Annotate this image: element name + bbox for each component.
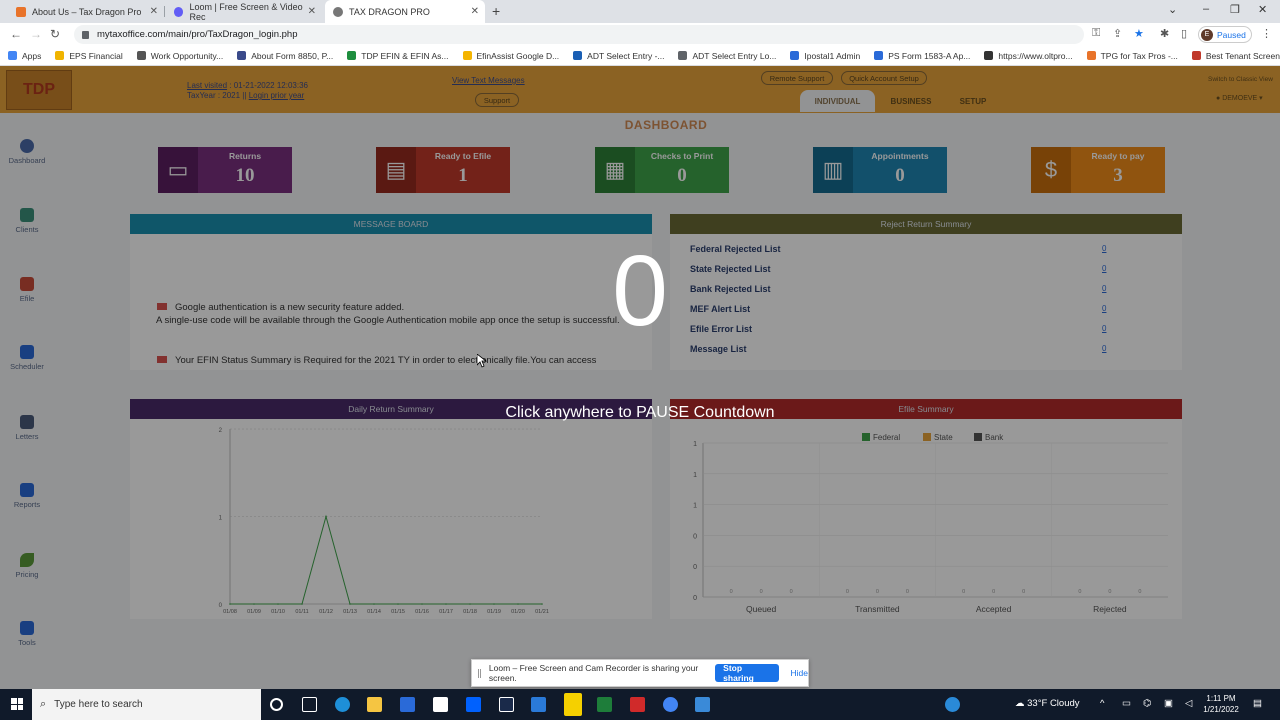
profile-status: Paused [1217, 29, 1246, 40]
dropbox-icon[interactable] [466, 697, 481, 712]
cortana-icon[interactable] [270, 698, 283, 711]
bookmark-item[interactable]: ADT Select Entry Lo... [678, 51, 776, 61]
windows-start-icon[interactable] [11, 698, 23, 710]
store-icon[interactable] [400, 697, 415, 712]
close-icon[interactable]: ✕ [471, 6, 479, 17]
countdown-number: 0 [612, 235, 668, 347]
tab-title: About Us – Tax Dragon Pro [32, 6, 142, 17]
forward-arrow-icon[interactable]: → [30, 27, 42, 41]
close-icon[interactable]: ✕ [150, 6, 158, 17]
bookmark-favicon-icon [1086, 51, 1096, 60]
help-icon[interactable] [945, 697, 960, 712]
bookmark-item[interactable]: EPS Financial [55, 51, 123, 61]
mail-icon[interactable] [531, 697, 546, 712]
window-close-icon[interactable]: ✕ [1258, 3, 1267, 16]
bookmark-item[interactable]: ADT Select Entry -... [573, 51, 664, 61]
bookmark-favicon-icon [347, 51, 357, 60]
minimize-icon[interactable]: – [1203, 3, 1209, 15]
bookmark-favicon-icon [55, 51, 65, 60]
loom-countdown-overlay[interactable]: 0 Click anywhere to PAUSE Countdown [0, 66, 1280, 689]
restore-icon[interactable]: ❐ [1230, 3, 1240, 16]
hide-button[interactable]: Hide [791, 668, 808, 678]
tab-tax-dragon-pro[interactable]: TAX DRAGON PRO ✕ [325, 0, 485, 23]
globe-favicon-icon [333, 6, 343, 17]
edge-browser-icon[interactable] [335, 697, 350, 712]
volume-icon[interactable]: ◁ [1185, 698, 1192, 709]
notifications-icon[interactable]: ▤ [1253, 698, 1262, 709]
key-icon[interactable]: ⚿ [1092, 27, 1100, 40]
apps-grid-icon [8, 51, 17, 60]
bookmark-item[interactable]: EfinAssist Google D... [462, 51, 559, 61]
bookmark-favicon-icon [678, 51, 688, 60]
back-arrow-icon[interactable]: ← [10, 27, 22, 41]
share-icon[interactable]: ⇪ [1113, 27, 1122, 40]
bookmark-item[interactable]: TPG for Tax Pros -... [1086, 51, 1178, 61]
search-placeholder: Type here to search [54, 699, 143, 710]
bookmark-favicon-icon [462, 51, 472, 60]
bookmark-favicon-icon [984, 51, 994, 60]
url-omnibox[interactable]: mytaxoffice.com/main/pro/TaxDragon_login… [74, 25, 1084, 44]
bookmark-item[interactable]: About Form 8850, P... [237, 51, 333, 61]
display-icon[interactable]: ▣ [1164, 698, 1173, 709]
tab-search-chevron-icon[interactable]: ⌄ [1168, 3, 1177, 16]
lock-icon [82, 30, 89, 39]
tab-about-us[interactable]: About Us – Tax Dragon Pro ✕ [8, 0, 164, 23]
bookmark-favicon-icon [1191, 51, 1201, 60]
bookmark-item[interactable]: Best Tenant Screeni... [1191, 51, 1280, 61]
reload-icon[interactable]: ↻ [50, 27, 60, 41]
loom-favicon-icon [174, 6, 184, 17]
system-clock[interactable]: 1:11 PM 1/21/2022 [1196, 693, 1246, 715]
loom-sharing-message: Loom – Free Screen and Cam Recorder is s… [488, 663, 699, 683]
bookmarks-bar: Apps EPS Financial Work Opportunity... Abou… [0, 46, 1280, 66]
url-text: mytaxoffice.com/main/pro/TaxDragon_login… [97, 29, 298, 40]
app-icon[interactable] [499, 697, 514, 712]
loom-sharing-bar: Loom – Free Screen and Cam Recorder is s… [471, 659, 809, 687]
weather-widget[interactable]: ☁ 33°F Cloudy [1015, 698, 1080, 709]
side-panel-icon[interactable]: ▯ [1181, 27, 1187, 40]
bookmark-favicon-icon [136, 51, 146, 60]
tab-title: Loom | Free Screen & Video Rec [189, 1, 303, 22]
bookmark-item[interactable]: Apps [8, 51, 41, 61]
windows-taskbar: ⌕ Type here to search ☁ 33°F Cloudy ^ ▭ … [0, 689, 1280, 720]
browser-menu-icon[interactable]: ⋮ [1261, 27, 1272, 40]
drag-handle-icon[interactable] [478, 668, 481, 678]
address-bar-row: ← → ↻ mytaxoffice.com/main/pro/TaxDragon… [0, 23, 1280, 46]
bookmark-favicon-icon [237, 51, 247, 60]
remote-desktop-icon[interactable] [695, 697, 710, 712]
close-icon[interactable]: ✕ [308, 6, 316, 17]
cloud-icon: ☁ [1015, 698, 1025, 709]
bookmark-favicon-icon [790, 51, 800, 60]
stop-sharing-button[interactable]: Stop sharing [715, 663, 779, 683]
tray-chevron-icon[interactable]: ^ [1100, 698, 1104, 709]
bookmark-star-icon[interactable]: ★ [1134, 27, 1144, 40]
bookmark-item[interactable]: https://www.oltpro... [984, 51, 1073, 61]
sticky-notes-icon[interactable] [564, 693, 582, 716]
chrome-icon[interactable] [663, 697, 678, 712]
mouse-cursor-icon [477, 354, 487, 368]
battery-icon[interactable]: ▭ [1122, 698, 1131, 709]
avatar: E [1201, 28, 1213, 41]
taskbar-search-box[interactable]: ⌕ Type here to search [32, 689, 261, 720]
bookmark-favicon-icon [874, 51, 884, 60]
bookmark-item[interactable]: Work Opportunity... [136, 51, 223, 61]
gmail-icon[interactable] [630, 697, 645, 712]
tax-dragon-favicon-icon [16, 6, 26, 17]
bookmark-item[interactable]: Ipostal1 Admin [790, 51, 860, 61]
task-view-icon[interactable] [302, 697, 317, 712]
network-icon[interactable]: ⌬ [1143, 698, 1151, 709]
search-icon: ⌕ [40, 698, 47, 710]
pause-countdown-text[interactable]: Click anywhere to PAUSE Countdown [440, 404, 840, 422]
amazon-icon[interactable] [433, 697, 448, 712]
excel-icon[interactable] [597, 697, 612, 712]
bookmark-favicon-icon [573, 51, 583, 60]
bookmark-item[interactable]: TDP EFIN & EFIN As... [347, 51, 449, 61]
profile-button[interactable]: E Paused [1198, 26, 1252, 43]
extensions-puzzle-icon[interactable]: ✱ [1160, 27, 1169, 40]
new-tab-plus-icon[interactable]: + [492, 3, 500, 19]
file-explorer-icon[interactable] [367, 697, 382, 712]
tab-title: TAX DRAGON PRO [349, 6, 430, 17]
bookmark-item[interactable]: PS Form 1583-A Ap... [874, 51, 970, 61]
tab-loom[interactable]: Loom | Free Screen & Video Rec ✕ [166, 0, 322, 23]
browser-tab-strip: About Us – Tax Dragon Pro ✕ Loom | Free … [0, 0, 1280, 23]
